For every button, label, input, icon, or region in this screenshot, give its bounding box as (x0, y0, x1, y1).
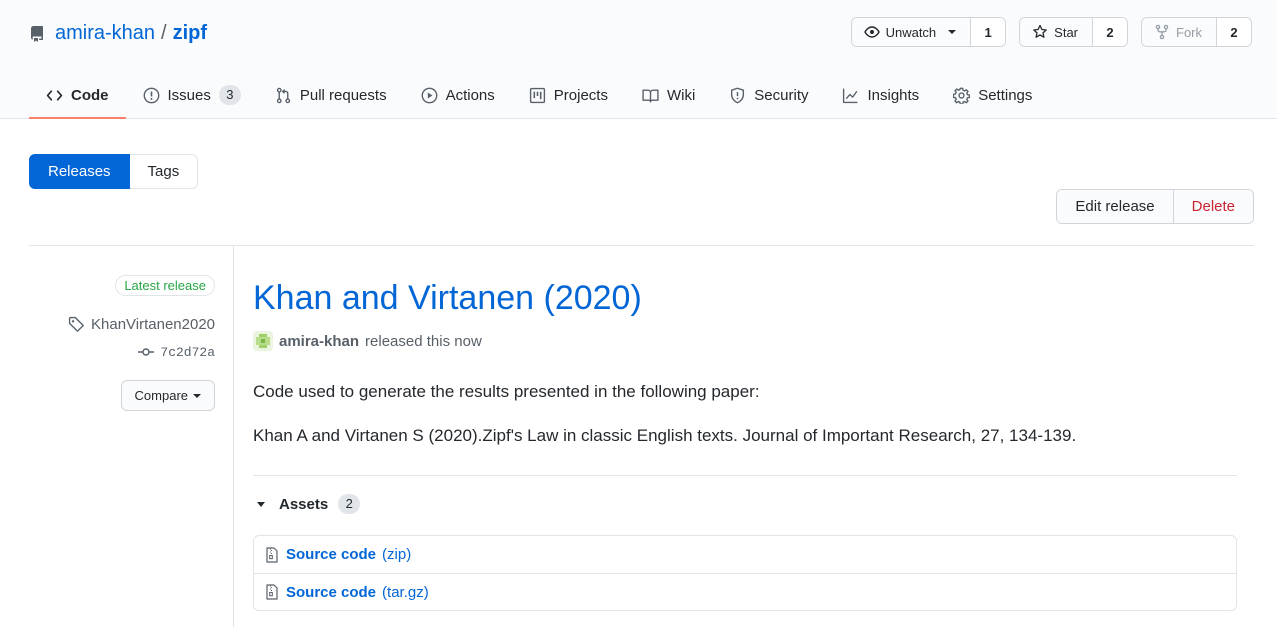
compare-button[interactable]: Compare (120, 380, 215, 411)
graph-icon (842, 87, 859, 104)
star-button[interactable]: Star (1020, 18, 1093, 46)
tab-insights-label: Insights (867, 86, 920, 104)
asset-ext: (zip) (382, 546, 412, 563)
commit-link[interactable]: 7c2d72a (138, 344, 215, 360)
fork-button[interactable]: Fork (1142, 18, 1217, 46)
tab-issues[interactable]: Issues 3 (126, 73, 258, 119)
tab-wiki[interactable]: Wiki (625, 73, 712, 119)
fork-icon (1155, 24, 1169, 40)
tab-issues-label: Issues (167, 86, 211, 104)
avatar[interactable] (253, 331, 273, 351)
release-notes: Code used to generate the results presen… (253, 382, 1076, 470)
repo-header: amira-khan / zipf Unwatch 1 Star 2 Fork (0, 0, 1277, 119)
issue-icon (143, 87, 160, 104)
gear-icon (953, 87, 971, 105)
release-notes-paragraph: Khan A and Virtanen S (2020).Zipf's Law … (253, 426, 1077, 445)
pull-request-icon (275, 87, 292, 104)
tab-pull-requests-label: Pull requests (299, 86, 387, 104)
release-byline: amira-khan released this now (253, 331, 482, 351)
star-group: Star 2 (1019, 17, 1128, 47)
release-notes-paragraph: Code used to generate the results presen… (253, 382, 760, 401)
assets-toggle[interactable]: Assets 2 (253, 494, 361, 514)
tags-tab[interactable]: Tags (129, 154, 199, 189)
file-zip-icon (266, 584, 278, 600)
play-icon (421, 87, 438, 104)
repo-owner-link[interactable]: amira-khan (55, 22, 155, 45)
compare-label: Compare (134, 388, 188, 403)
eye-icon (863, 26, 880, 38)
forks-count[interactable]: 2 (1217, 18, 1251, 46)
stars-count[interactable]: 2 (1093, 18, 1127, 46)
release-title[interactable]: Khan and Virtanen (2020) (253, 279, 642, 318)
tab-pull-requests[interactable]: Pull requests (258, 73, 404, 119)
unwatch-label: Unwatch (885, 24, 937, 40)
tab-insights[interactable]: Insights (825, 73, 936, 119)
repo-actions: Unwatch 1 Star 2 Fork 2 (850, 17, 1252, 47)
tab-projects[interactable]: Projects (512, 73, 625, 119)
fork-group: Fork 2 (1141, 17, 1252, 47)
file-zip-icon (266, 546, 278, 563)
repo-tabs: Code Issues 3 Pull requests Actions Proj… (29, 73, 1049, 119)
latest-release-badge: Latest release (115, 275, 215, 296)
triangle-down-icon (257, 501, 265, 507)
star-icon (1033, 24, 1048, 38)
tab-security-label: Security (754, 86, 809, 104)
watch-group: Unwatch 1 (850, 17, 1007, 47)
tab-actions-label: Actions (445, 86, 495, 104)
assets-label: Assets (279, 495, 329, 513)
assets-list: Source code (zip) Source code (tar.gz) (253, 535, 1237, 611)
asset-item[interactable]: Source code (tar.gz) (254, 573, 1236, 610)
delete-release-button[interactable]: Delete (1173, 190, 1253, 223)
assets-counter: 2 (338, 494, 361, 514)
commit-sha: 7c2d72a (160, 344, 215, 360)
release-tag-label: KhanVirtanen2020 (91, 316, 215, 333)
commit-icon (138, 348, 155, 356)
author-link[interactable]: amira-khan (279, 333, 359, 350)
tab-settings-label: Settings (978, 86, 1033, 104)
edit-release-button[interactable]: Edit release (1057, 190, 1174, 223)
tag-icon (68, 316, 84, 332)
shield-icon (729, 87, 746, 104)
divider (253, 475, 1237, 476)
asset-name: Source code (286, 546, 377, 563)
book-icon (642, 87, 659, 104)
project-icon (529, 87, 546, 104)
tab-wiki-label: Wiki (666, 86, 696, 104)
release-time: released this now (365, 332, 482, 350)
tab-settings[interactable]: Settings (936, 73, 1049, 119)
tab-code[interactable]: Code (29, 73, 126, 119)
tab-security[interactable]: Security (712, 73, 825, 119)
watchers-count[interactable]: 1 (971, 18, 1006, 46)
releases-tab[interactable]: Releases (29, 154, 130, 189)
tab-actions[interactable]: Actions (404, 73, 512, 119)
tab-projects-label: Projects (553, 86, 608, 104)
release-meta-sidebar: Latest release KhanVirtanen2020 7c2d72a … (29, 246, 234, 627)
code-icon (46, 87, 63, 104)
chevron-down-icon (948, 30, 957, 34)
asset-ext: (tar.gz) (382, 583, 429, 601)
release-actions: Edit release Delete (1056, 189, 1254, 224)
fork-label: Fork (1176, 24, 1202, 40)
star-label: Star (1054, 24, 1078, 40)
asset-item[interactable]: Source code (zip) (254, 536, 1236, 573)
repo-icon (29, 25, 45, 42)
releases-tags-subnav: Releases Tags (29, 154, 199, 189)
unwatch-button[interactable]: Unwatch (851, 18, 972, 46)
path-separator: / (161, 21, 167, 44)
issues-counter: 3 (218, 85, 241, 105)
repo-name-link[interactable]: zipf (173, 22, 207, 45)
repo-title: amira-khan / zipf (29, 18, 207, 48)
asset-name: Source code (286, 583, 377, 601)
release-tag-link[interactable]: KhanVirtanen2020 (68, 316, 215, 333)
tab-code-label: Code (71, 86, 109, 104)
chevron-down-icon (193, 393, 201, 398)
